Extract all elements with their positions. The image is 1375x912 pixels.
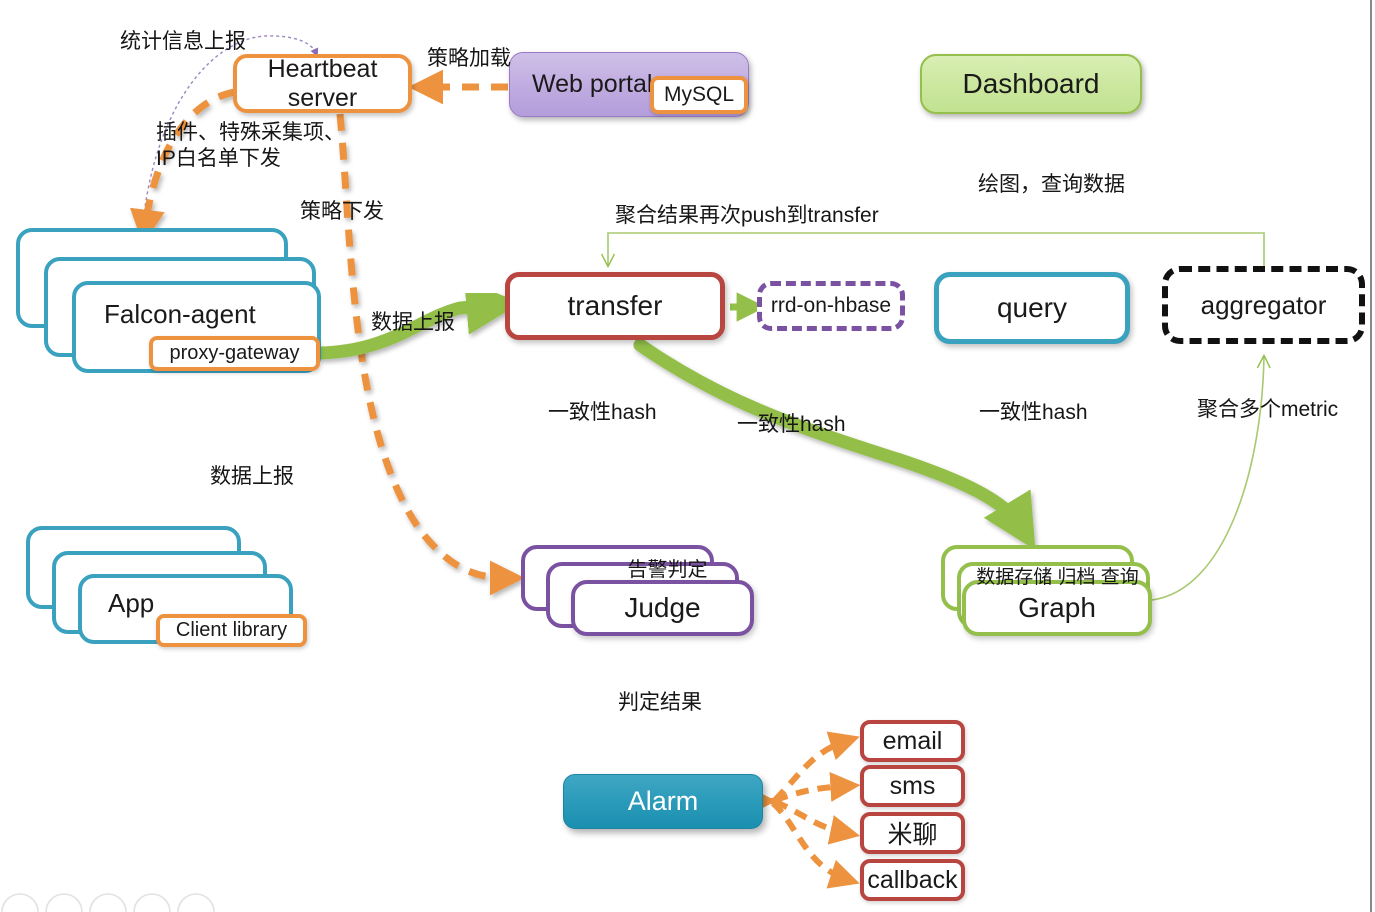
- node-mysql[interactable]: MySQL: [650, 76, 748, 114]
- proxy-gateway-label: proxy-gateway: [169, 342, 300, 364]
- node-alarm[interactable]: Alarm: [563, 774, 763, 829]
- mysql-label: MySQL: [663, 83, 734, 106]
- alarm-label: Alarm: [627, 786, 699, 816]
- diagram-canvas: Heartbeat server Web portal MySQL Dashboa…: [0, 0, 1375, 912]
- web-portal-label: Web portal: [532, 70, 653, 98]
- client-library-label: Client library: [175, 619, 288, 641]
- graph-label: Graph: [1018, 592, 1096, 623]
- node-client-library[interactable]: Client library: [156, 614, 307, 647]
- node-proxy-gateway[interactable]: proxy-gateway: [149, 336, 320, 371]
- node-heartbeat-server[interactable]: Heartbeat server: [233, 54, 412, 113]
- node-rrd-on-hbase[interactable]: rrd-on-hbase: [757, 281, 905, 331]
- node-sms[interactable]: sms: [860, 765, 965, 807]
- edge-label-judge-result: 判定结果: [618, 691, 702, 714]
- node-aggregator[interactable]: aggregator: [1162, 266, 1365, 344]
- rrd-on-hbase-label: rrd-on-hbase: [770, 294, 892, 317]
- edge-label-agg-metric: 聚合多个metric: [1197, 398, 1339, 421]
- edge-label-policy-load: 策略加载: [427, 47, 511, 70]
- edge-label-hash-graph: 一致性hash: [737, 413, 846, 436]
- email-label: email: [882, 726, 943, 755]
- dashboard-label: Dashboard: [962, 68, 1100, 99]
- edge-label-data-report-app: 数据上报: [210, 465, 294, 488]
- query-label: query: [996, 292, 1068, 323]
- heartbeat-label: Heartbeat server: [267, 54, 378, 112]
- edge-label-plugin-push: 插件、特殊采集项、 IP白名单下发: [156, 121, 345, 171]
- decorative-arcs: [1, 893, 215, 912]
- graph-caption: 数据存储 归档 查询: [976, 567, 1139, 588]
- node-query[interactable]: query: [934, 272, 1130, 344]
- app-label: App: [108, 588, 155, 618]
- sms-label: sms: [889, 771, 936, 800]
- node-transfer[interactable]: transfer: [505, 272, 725, 340]
- edge-label-hash-query: 一致性hash: [979, 401, 1088, 424]
- edge-label-agg-push-back: 聚合结果再次push到transfer: [615, 204, 879, 227]
- michat-label: 米聊: [887, 821, 938, 849]
- judge-caption: 告警判定: [627, 559, 708, 581]
- falcon-agent-label: Falcon-agent: [104, 299, 256, 329]
- edge-label-stats-report: 统计信息上报: [120, 30, 246, 53]
- node-callback[interactable]: callback: [860, 859, 965, 901]
- edge-label-data-report-agent: 数据上报: [371, 311, 455, 334]
- node-michat[interactable]: 米聊: [860, 812, 965, 854]
- callback-label: callback: [867, 865, 958, 894]
- aggregator-label: aggregator: [1200, 289, 1327, 320]
- node-email[interactable]: email: [860, 720, 965, 762]
- edge-label-hash-judge: 一致性hash: [548, 401, 657, 424]
- edge-label-draw-query: 绘图，查询数据: [978, 173, 1125, 196]
- judge-label: Judge: [624, 592, 701, 623]
- node-judge[interactable]: Judge: [571, 580, 754, 636]
- edge-label-policy-push: 策略下发: [300, 200, 384, 223]
- transfer-label: transfer: [567, 290, 663, 321]
- node-dashboard[interactable]: Dashboard: [920, 54, 1142, 114]
